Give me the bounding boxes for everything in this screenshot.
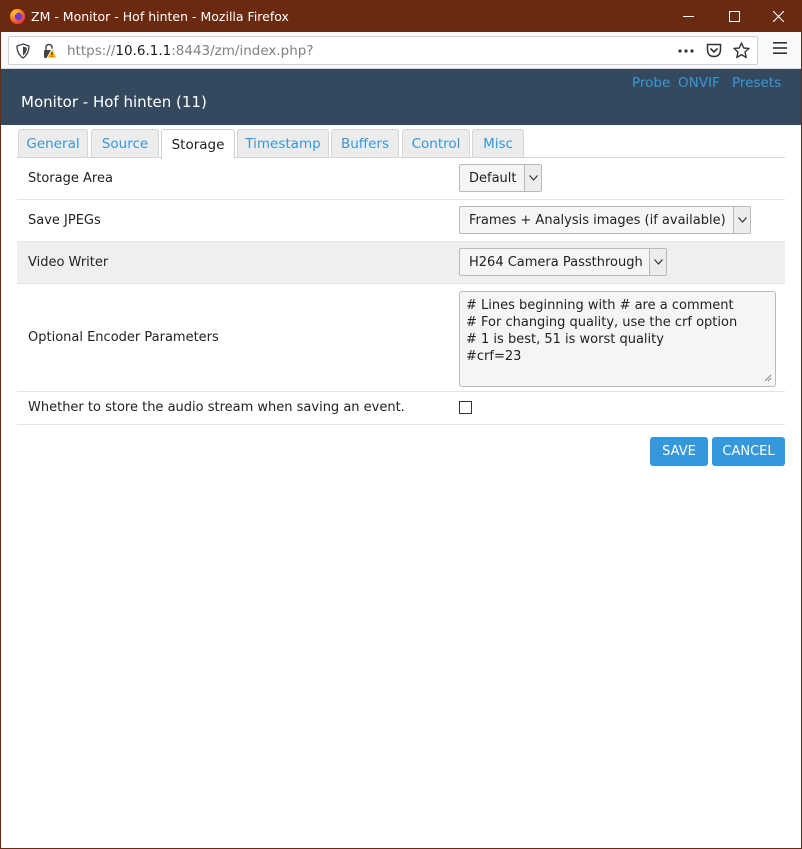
window-title: ZM - Monitor - Hof hinten - Mozilla Fire… <box>31 9 289 24</box>
insecure-lock-icon[interactable] <box>42 43 58 59</box>
storage-area-select[interactable]: Default <box>459 164 542 192</box>
maximize-button[interactable] <box>711 1 757 32</box>
close-icon <box>772 11 784 22</box>
chevron-down-icon <box>733 207 750 233</box>
cancel-button[interactable]: CANCEL <box>712 437 785 466</box>
video-writer-select[interactable]: H264 Camera Passthrough <box>459 248 667 276</box>
probe-link[interactable]: Probe <box>632 75 670 91</box>
minimize-button[interactable] <box>665 1 711 32</box>
close-window-button[interactable] <box>755 1 801 32</box>
tab-control[interactable]: Control <box>402 129 470 158</box>
save-button[interactable]: SAVE <box>650 437 708 466</box>
encoder-params-label: Optional Encoder Parameters <box>28 330 219 345</box>
storage-area-value: Default <box>469 170 517 186</box>
modal-header: Probe ONVIF Presets Monitor - Hof hinten… <box>1 69 801 125</box>
firefox-icon <box>9 8 26 25</box>
tab-storage[interactable]: Storage <box>161 129 235 159</box>
page-title: Monitor - Hof hinten (11) <box>21 93 207 111</box>
tab-buffers[interactable]: Buffers <box>331 129 399 158</box>
url-scheme: https:// <box>67 43 116 59</box>
title-bar: ZM - Monitor - Hof hinten - Mozilla Fire… <box>1 1 801 32</box>
presets-link[interactable]: Presets <box>732 75 781 91</box>
form-row-storage-area: Storage Area Default <box>17 158 785 200</box>
store-audio-checkbox[interactable] <box>459 401 472 414</box>
chevron-down-icon <box>524 165 541 191</box>
url-path: :8443/zm/index.php? <box>171 43 314 59</box>
storage-area-label: Storage Area <box>28 171 113 186</box>
url-text[interactable]: https://10.6.1.1:8443/zm/index.php? <box>67 43 314 59</box>
save-jpegs-select[interactable]: Frames + Analysis images (if available) <box>459 206 751 234</box>
url-host: 10.6.1.1 <box>115 43 172 59</box>
address-bar[interactable]: https://10.6.1.1:8443/zm/index.php? <box>8 36 758 65</box>
save-jpegs-value: Frames + Analysis images (if available) <box>469 212 726 228</box>
tracking-shield-icon[interactable] <box>16 43 30 59</box>
browser-window: ZM - Monitor - Hof hinten - Mozilla Fire… <box>0 0 802 849</box>
form-row-store-audio: Whether to store the audio stream when s… <box>17 392 785 425</box>
encoder-params-textarea[interactable]: # Lines beginning with # are a comment #… <box>459 291 776 387</box>
navigation-bar: https://10.6.1.1:8443/zm/index.php? <box>1 32 801 69</box>
onvif-link[interactable]: ONVIF <box>678 75 720 91</box>
more-actions-icon[interactable] <box>678 49 694 53</box>
tab-timestamp[interactable]: Timestamp <box>237 129 329 158</box>
form-row-encoder-params: Optional Encoder Parameters # Lines begi… <box>17 284 785 392</box>
form-row-video-writer: Video Writer H264 Camera Passthrough <box>17 242 785 284</box>
pocket-icon[interactable] <box>706 43 722 58</box>
resize-grip-icon[interactable] <box>764 374 772 382</box>
tab-source[interactable]: Source <box>91 129 159 158</box>
hamburger-menu-icon[interactable] <box>773 42 787 54</box>
tab-general[interactable]: General <box>18 129 88 158</box>
maximize-icon <box>728 11 740 22</box>
store-audio-label: Whether to store the audio stream when s… <box>28 400 405 415</box>
tab-bar: General Source Storage Timestamp Buffers… <box>17 125 785 159</box>
bookmark-star-icon[interactable] <box>733 42 750 59</box>
tab-misc[interactable]: Misc <box>472 129 524 158</box>
save-jpegs-label: Save JPEGs <box>28 213 101 228</box>
form-row-save-jpegs: Save JPEGs Frames + Analysis images (if … <box>17 200 785 242</box>
minimize-icon <box>682 16 694 17</box>
video-writer-label: Video Writer <box>28 255 109 270</box>
video-writer-value: H264 Camera Passthrough <box>469 254 643 270</box>
chevron-down-icon <box>649 249 666 275</box>
